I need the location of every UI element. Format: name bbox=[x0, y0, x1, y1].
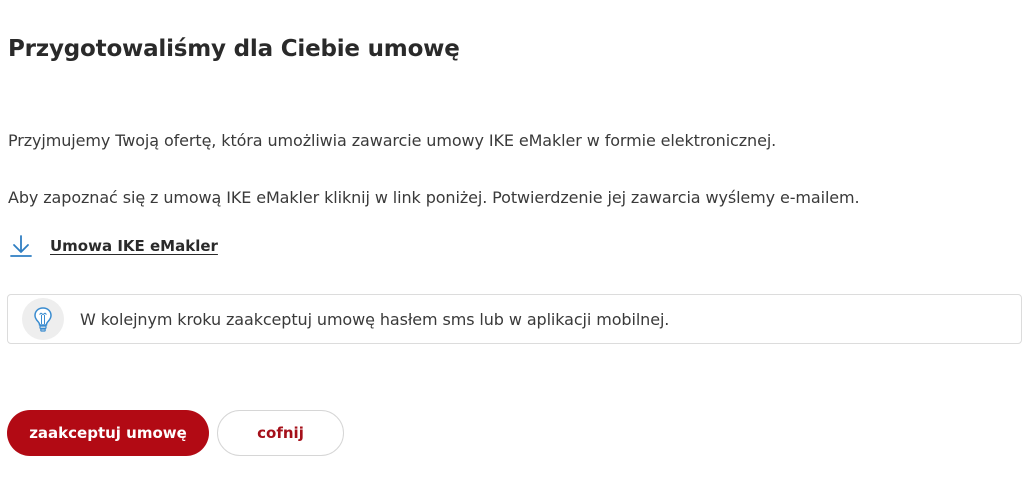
offer-paragraph: Przyjmujemy Twoją ofertę, która umożliwi… bbox=[8, 131, 777, 150]
accept-contract-button[interactable]: zaakceptuj umowę bbox=[7, 410, 209, 456]
download-contract-link[interactable]: Umowa IKE eMakler bbox=[8, 233, 218, 259]
page-title: Przygotowaliśmy dla Ciebie umowę bbox=[8, 36, 460, 62]
info-text: W kolejnym kroku zaakceptuj umowę hasłem… bbox=[80, 309, 670, 329]
lightbulb-icon bbox=[22, 298, 64, 340]
info-box: W kolejnym kroku zaakceptuj umowę hasłem… bbox=[7, 294, 1022, 344]
instruction-paragraph: Aby zapoznać się z umową IKE eMakler kli… bbox=[8, 188, 860, 207]
download-contract-label: Umowa IKE eMakler bbox=[50, 237, 218, 255]
download-arrow-icon bbox=[8, 233, 34, 259]
back-button[interactable]: cofnij bbox=[217, 410, 344, 456]
